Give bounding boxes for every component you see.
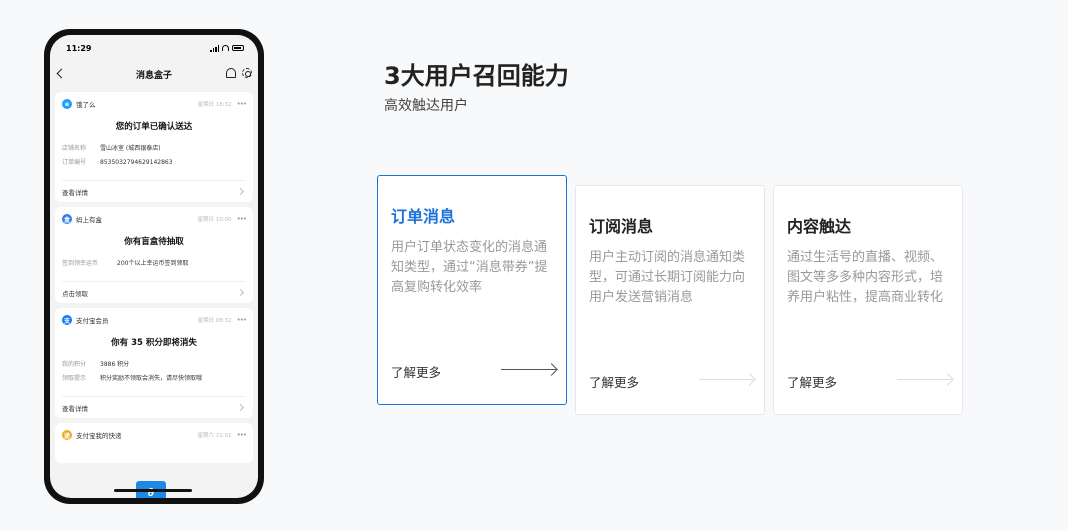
feature-card-content-reach[interactable]: 内容触达 通过生活号的直播、视频、图文等多多种内容形式，培养用户粘性，提高商业转… bbox=[773, 185, 963, 415]
feature-description: 用户订单状态变化的消息通知类型，通过“消息带券”提高复购转化效率 bbox=[391, 240, 548, 295]
app-icon: e bbox=[62, 99, 72, 109]
status-time: 11:29 bbox=[66, 43, 92, 53]
app-name: 支付宝会员 bbox=[76, 317, 109, 325]
nav-bar: 消息盒子 bbox=[50, 61, 258, 87]
row-key: 店铺名称 bbox=[62, 145, 87, 152]
status-bar: 11:29 bbox=[50, 35, 258, 61]
app-icon: 递 bbox=[62, 430, 72, 440]
row-value: 200个以上幸运币签到领取 bbox=[117, 260, 189, 267]
chevron-right-icon bbox=[236, 403, 245, 412]
message-card[interactable]: 盒 蚂上有盒 星期日 10:00 ••• 你有盲盒待抽取 签到领幸运币 200个… bbox=[55, 207, 253, 303]
feature-card-subscription-message[interactable]: 订阅消息 用户主动订阅的消息通知类型，可通过长期订阅能力向用户发送营销消息 了解… bbox=[575, 185, 765, 415]
learn-more-link[interactable]: 了解更多 bbox=[589, 372, 639, 391]
message-title: 你有 35 积分即将消失 bbox=[111, 338, 197, 348]
message-header: 递 支付宝我的快递 星期六 21:01 ••• bbox=[62, 429, 247, 441]
message-row: 店铺名称 雪山冰室 (城西银泰店) bbox=[62, 142, 246, 156]
status-icons bbox=[210, 44, 244, 52]
row-value: 雪山冰室 (城西银泰店) bbox=[100, 145, 161, 152]
app-icon: 支 bbox=[62, 315, 72, 325]
message-time: 星期日 18:32 bbox=[197, 102, 232, 108]
chevron-right-icon bbox=[236, 288, 245, 297]
feature-title: 内容触达 bbox=[787, 217, 852, 236]
row-value: 8535032794629142863 bbox=[100, 159, 173, 166]
message-header: 盒 蚂上有盒 星期日 10:00 ••• bbox=[62, 213, 247, 225]
chevron-right-icon bbox=[236, 187, 245, 196]
more-icon[interactable]: ••• bbox=[237, 431, 247, 439]
message-row: 签到领幸运币 200个以上幸运币签到领取 bbox=[62, 257, 246, 271]
battery-icon bbox=[232, 45, 244, 51]
arrow-right-icon[interactable] bbox=[501, 369, 556, 370]
signal-icon bbox=[210, 44, 219, 52]
message-header: e 饿了么 星期日 18:32 ••• bbox=[62, 98, 247, 110]
feature-description: 用户主动订阅的消息通知类型，可通过长期订阅能力向用户发送营销消息 bbox=[589, 250, 746, 305]
message-footer[interactable]: 查看详情 bbox=[62, 180, 246, 202]
app-name: 支付宝我的快递 bbox=[76, 432, 122, 440]
feature-title: 订阅消息 bbox=[589, 217, 654, 236]
message-footer[interactable]: 查看详情 bbox=[62, 396, 246, 418]
row-key: 订单编号 bbox=[62, 159, 87, 166]
more-icon[interactable]: ••• bbox=[237, 316, 247, 324]
arrow-right-icon[interactable] bbox=[699, 379, 754, 380]
phone-screen: 11:29 消息盒子 e 饿了么 星期日 18:32 ••• 您的订单已确认送达 bbox=[50, 35, 258, 498]
message-card[interactable]: e 饿了么 星期日 18:32 ••• 您的订单已确认送达 店铺名称 雪山冰室 … bbox=[55, 92, 253, 202]
footer-link[interactable]: 查看详情 bbox=[62, 187, 88, 197]
back-icon[interactable] bbox=[56, 68, 67, 79]
footer-link[interactable]: 点击领取 bbox=[62, 288, 88, 298]
learn-more-link[interactable]: 了解更多 bbox=[391, 362, 441, 381]
row-key: 签到领幸运币 bbox=[62, 260, 99, 267]
app-name: 蚂上有盒 bbox=[76, 216, 102, 224]
settings-icon[interactable] bbox=[242, 68, 252, 78]
more-icon[interactable]: ••• bbox=[237, 215, 247, 223]
message-row: 领取提示 积分奖励不领取会消失，请尽快领取哦 bbox=[62, 372, 246, 386]
footer-link[interactable]: 查看详情 bbox=[62, 403, 88, 413]
row-key: 我的积分 bbox=[62, 361, 87, 368]
message-card[interactable]: 递 支付宝我的快递 星期六 21:01 ••• bbox=[55, 423, 253, 463]
wifi-icon bbox=[222, 45, 229, 51]
home-indicator bbox=[114, 489, 192, 492]
message-header: 支 支付宝会员 星期日 08:32 ••• bbox=[62, 314, 247, 326]
nav-title: 消息盒子 bbox=[135, 70, 172, 81]
message-row: 我的积分 3886 积分 bbox=[62, 358, 246, 372]
arrow-right-icon[interactable] bbox=[897, 379, 952, 380]
row-value: 积分奖励不领取会消失，请尽快领取哦 bbox=[100, 375, 203, 382]
bell-icon[interactable] bbox=[226, 68, 236, 78]
app-name: 饿了么 bbox=[76, 101, 96, 109]
message-footer[interactable]: 点击领取 bbox=[62, 281, 246, 303]
feature-description: 通过生活号的直播、视频、图文等多多种内容形式，培养用户粘性，提高商业转化 bbox=[787, 250, 944, 305]
app-icon: 盒 bbox=[62, 214, 72, 224]
page-title: 3大用户召回能力 bbox=[384, 62, 569, 90]
more-icon[interactable]: ••• bbox=[237, 100, 247, 108]
feature-card-order-message[interactable]: 订单消息 用户订单状态变化的消息通知类型，通过“消息带券”提高复购转化效率 了解… bbox=[377, 175, 567, 405]
message-title: 你有盲盒待抽取 bbox=[124, 237, 184, 247]
message-time: 星期六 21:01 bbox=[197, 433, 232, 439]
row-value: 3886 积分 bbox=[100, 361, 130, 368]
phone-mockup: 11:29 消息盒子 e 饿了么 星期日 18:32 ••• 您的订单已确认送达 bbox=[44, 29, 264, 504]
message-card[interactable]: 支 支付宝会员 星期日 08:32 ••• 你有 35 积分即将消失 我的积分 … bbox=[55, 308, 253, 418]
message-time: 星期日 10:00 bbox=[197, 217, 232, 223]
message-time: 星期日 08:32 bbox=[197, 318, 232, 324]
message-row: 订单编号 8535032794629142863 bbox=[62, 156, 246, 170]
message-title: 您的订单已确认送达 bbox=[115, 122, 193, 132]
learn-more-link[interactable]: 了解更多 bbox=[787, 372, 837, 391]
page-subtitle: 高效触达用户 bbox=[384, 98, 468, 114]
feature-title: 订单消息 bbox=[391, 207, 456, 226]
row-key: 领取提示 bbox=[62, 375, 87, 382]
